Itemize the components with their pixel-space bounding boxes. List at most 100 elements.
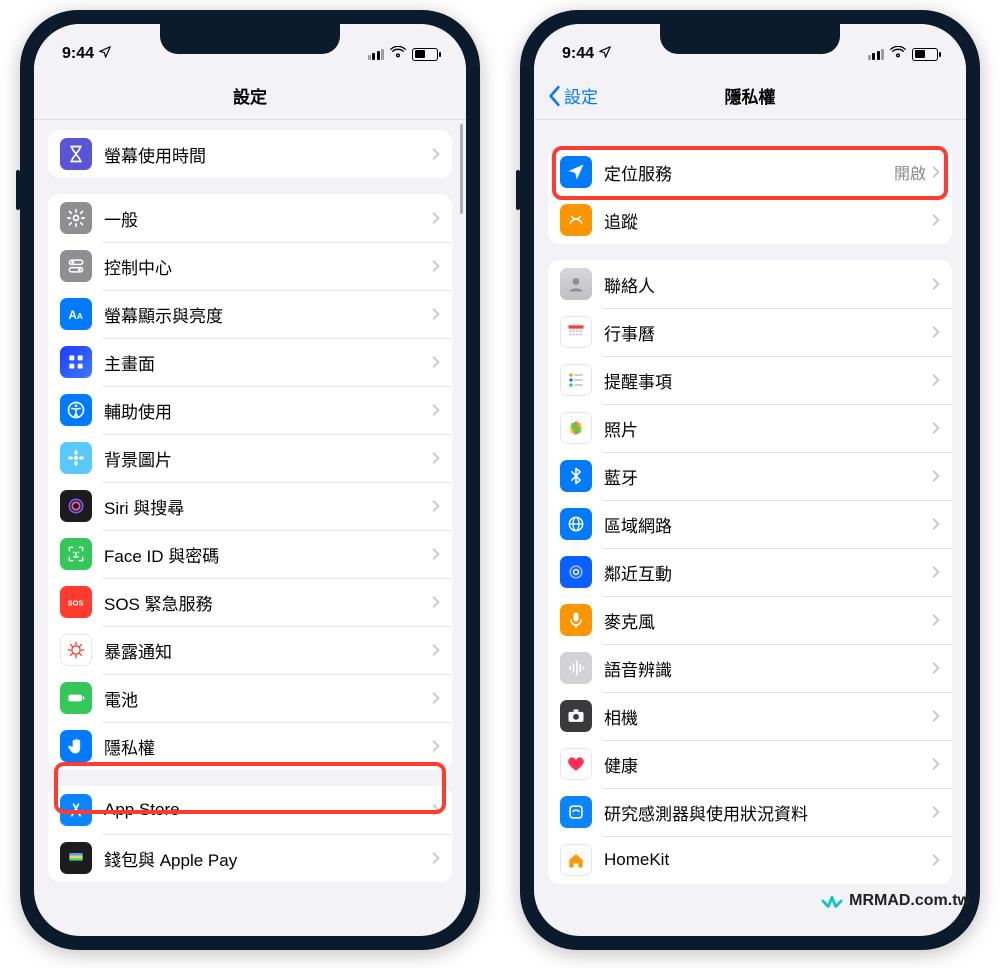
calendar-icon xyxy=(560,316,592,348)
chevron-right-icon xyxy=(432,691,440,705)
privacy-list[interactable]: 定位服務 開啟 追蹤 xyxy=(534,120,966,936)
row-speech-recognition[interactable]: 語音辨識 xyxy=(548,644,952,692)
chevron-right-icon xyxy=(432,803,440,817)
row-label: 螢幕顯示與亮度 xyxy=(104,302,432,327)
row-faceid-passcode[interactable]: Face ID 與密碼 xyxy=(48,530,452,578)
chevron-right-icon xyxy=(432,851,440,865)
row-label: 追蹤 xyxy=(604,208,932,233)
row-label: Siri 與搜尋 xyxy=(104,494,432,519)
row-privacy[interactable]: 隱私權 xyxy=(48,722,452,770)
siri-icon xyxy=(60,490,92,522)
row-microphone[interactable]: 麥克風 xyxy=(548,596,952,644)
row-research-sensors[interactable]: 研究感測器與使用狀況資料 xyxy=(548,788,952,836)
row-label: 研究感測器與使用狀況資料 xyxy=(604,800,932,825)
chevron-right-icon xyxy=(932,469,940,483)
home-icon xyxy=(560,844,592,876)
chevron-right-icon xyxy=(932,277,940,291)
row-location-services[interactable]: 定位服務 開啟 xyxy=(548,148,952,196)
chevron-right-icon xyxy=(432,147,440,161)
row-label: 暴露通知 xyxy=(104,638,432,663)
status-time: 9:44 xyxy=(562,45,594,63)
row-wallet-applepay[interactable]: 錢包與 Apple Pay xyxy=(48,834,452,882)
row-label: 電池 xyxy=(104,686,432,711)
chevron-right-icon xyxy=(432,547,440,561)
globe-icon xyxy=(560,508,592,540)
row-label: 背景圖片 xyxy=(104,446,432,471)
row-label: 隱私權 xyxy=(104,734,432,759)
row-homekit[interactable]: HomeKit xyxy=(548,836,952,884)
wifi-icon xyxy=(390,45,406,63)
row-siri-search[interactable]: Siri 與搜尋 xyxy=(48,482,452,530)
chevron-right-icon xyxy=(932,325,940,339)
chevron-right-icon xyxy=(432,643,440,657)
chevron-right-icon xyxy=(932,517,940,531)
row-battery[interactable]: 電池 xyxy=(48,674,452,722)
row-label: App Store xyxy=(104,800,432,820)
hourglass-icon xyxy=(60,138,92,170)
chevron-right-icon xyxy=(432,403,440,417)
row-exposure-notification[interactable]: 暴露通知 xyxy=(48,626,452,674)
row-app-store[interactable]: App Store xyxy=(48,786,452,834)
chevron-right-icon xyxy=(932,421,940,435)
phone-left: 9:44 設定 xyxy=(20,10,480,950)
chevron-right-icon xyxy=(432,739,440,753)
tracking-icon xyxy=(560,204,592,236)
chevron-right-icon xyxy=(432,211,440,225)
page-title: 隱私權 xyxy=(725,83,776,108)
row-local-network[interactable]: 區域網路 xyxy=(548,500,952,548)
wifi-icon xyxy=(890,45,906,63)
chevron-right-icon xyxy=(932,373,940,387)
row-reminders[interactable]: 提醒事項 xyxy=(548,356,952,404)
row-label: 控制中心 xyxy=(104,254,432,279)
chevron-right-icon xyxy=(932,165,940,179)
row-control-center[interactable]: 控制中心 xyxy=(48,242,452,290)
row-home-screen[interactable]: 主畫面 xyxy=(48,338,452,386)
row-label: 行事曆 xyxy=(604,320,932,345)
settings-list[interactable]: 螢幕使用時間 一般 xyxy=(34,120,466,936)
row-nearby-interaction[interactable]: 鄰近互動 xyxy=(548,548,952,596)
chevron-right-icon xyxy=(432,595,440,609)
row-camera[interactable]: 相機 xyxy=(548,692,952,740)
row-display-brightness[interactable]: AA 螢幕顯示與亮度 xyxy=(48,290,452,338)
gear-icon xyxy=(60,202,92,234)
row-label: 一般 xyxy=(104,206,432,231)
battery-icon xyxy=(912,48,938,61)
row-sos[interactable]: SOS SOS 緊急服務 xyxy=(48,578,452,626)
notch xyxy=(160,24,340,54)
waveform-icon xyxy=(560,652,592,684)
row-calendar[interactable]: 行事曆 xyxy=(548,308,952,356)
row-tracking[interactable]: 追蹤 xyxy=(548,196,952,244)
navbar: 設定 隱私權 xyxy=(534,72,966,120)
row-photos[interactable]: 照片 xyxy=(548,404,952,452)
status-time: 9:44 xyxy=(62,45,94,63)
chevron-right-icon xyxy=(932,565,940,579)
chevron-right-icon xyxy=(932,757,940,771)
notch xyxy=(660,24,840,54)
chevron-right-icon xyxy=(932,613,940,627)
chevron-right-icon xyxy=(932,661,940,675)
page-title: 設定 xyxy=(233,83,267,108)
hand-icon xyxy=(60,730,92,762)
row-label: 主畫面 xyxy=(104,350,432,375)
row-wallpaper[interactable]: 背景圖片 xyxy=(48,434,452,482)
row-general[interactable]: 一般 xyxy=(48,194,452,242)
row-label: 麥克風 xyxy=(604,608,932,633)
chevron-right-icon xyxy=(932,709,940,723)
location-arrow-icon xyxy=(98,45,112,64)
row-bluetooth[interactable]: 藍牙 xyxy=(548,452,952,500)
row-contacts[interactable]: 聯絡人 xyxy=(548,260,952,308)
row-accessibility[interactable]: 輔助使用 xyxy=(48,386,452,434)
row-health[interactable]: 健康 xyxy=(548,740,952,788)
row-label: 相機 xyxy=(604,704,932,729)
location-icon xyxy=(560,156,592,188)
apps-grid-icon xyxy=(60,346,92,378)
navbar: 設定 xyxy=(34,72,466,120)
sos-icon: SOS xyxy=(60,586,92,618)
row-screentime[interactable]: 螢幕使用時間 xyxy=(48,130,452,178)
chevron-right-icon xyxy=(432,307,440,321)
back-button[interactable]: 設定 xyxy=(548,72,598,119)
chevron-right-icon xyxy=(932,213,940,227)
row-label: HomeKit xyxy=(604,850,932,870)
contacts-icon xyxy=(560,268,592,300)
appstore-icon xyxy=(60,794,92,826)
